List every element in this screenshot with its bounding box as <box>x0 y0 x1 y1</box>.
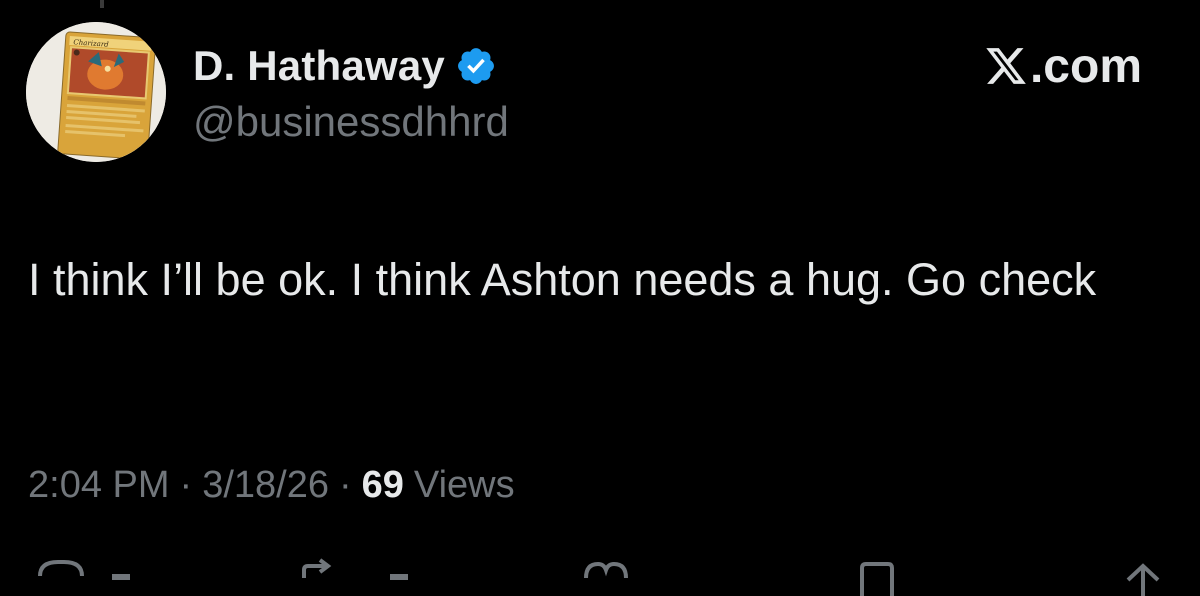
tweet-meta: 2:04 PM · 3/18/26 · 69 Views <box>28 464 515 507</box>
author-name-row: D. Hathaway <box>193 38 497 94</box>
tweet-date[interactable]: 3/18/26 <box>202 464 329 507</box>
avatar[interactable]: Charizard <box>26 22 166 162</box>
views-label: Views <box>413 464 515 506</box>
author-handle[interactable]: @businessdhhrd <box>193 98 509 146</box>
verified-badge-icon[interactable] <box>455 45 497 87</box>
share-icon[interactable] <box>1118 556 1168 596</box>
tweet-card: Charizard D. Hathaway @businessdhhrd .co… <box>0 0 1200 596</box>
tweet-text: I think I’ll be ok. I think Ashton needs… <box>28 254 1097 305</box>
tweet-time[interactable]: 2:04 PM <box>28 464 170 507</box>
thread-line <box>100 0 104 8</box>
like-icon[interactable] <box>578 556 634 596</box>
reply-icon[interactable] <box>32 556 88 596</box>
brand-label: .com <box>1029 39 1142 93</box>
action-bar <box>0 556 1200 596</box>
reply-count-placeholder <box>112 574 130 580</box>
retweet-icon[interactable] <box>296 556 356 596</box>
bookmark-icon[interactable] <box>852 556 902 596</box>
meta-separator: · <box>179 464 193 506</box>
brand-watermark: .com <box>984 36 1142 96</box>
views-count: 69 <box>361 464 404 506</box>
x-logo-icon <box>986 48 1026 84</box>
retweet-count-placeholder <box>390 574 408 580</box>
meta-separator: · <box>338 464 352 506</box>
author-display-name[interactable]: D. Hathaway <box>193 42 445 90</box>
charizard-card-avatar-icon: Charizard <box>26 22 166 162</box>
